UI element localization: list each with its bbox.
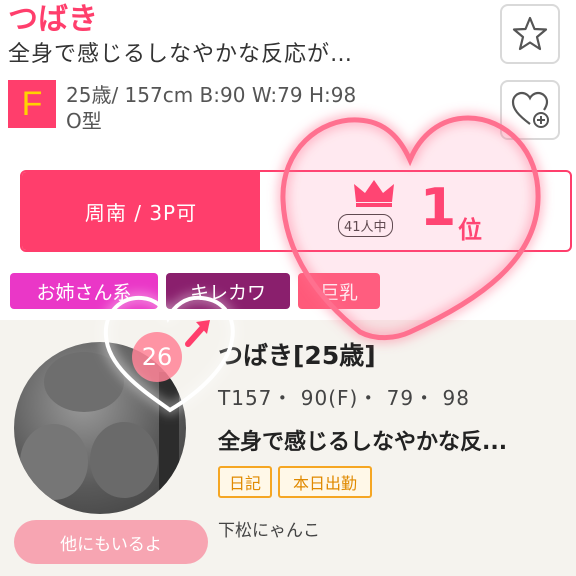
card-tag-diary[interactable]: 日記 bbox=[218, 466, 272, 498]
ranking-number: 1 bbox=[420, 178, 457, 238]
card-catchphrase: 全身で感じるしなやかな反... bbox=[218, 430, 508, 455]
tag-onesan[interactable]: お姉さん系 bbox=[10, 273, 158, 309]
ranking-total: 41人中 bbox=[338, 214, 393, 237]
profile-catchphrase: 全身で感じるしなやかな反応が… bbox=[8, 42, 354, 67]
cup-size-badge: F bbox=[8, 80, 56, 128]
others-button[interactable]: 他にもいるよ bbox=[14, 520, 208, 564]
rank-change-badge: 26 bbox=[132, 332, 182, 382]
favorite-button[interactable] bbox=[500, 4, 560, 64]
star-icon bbox=[512, 16, 548, 51]
ranking-area-label: 周南 / 3P可 bbox=[22, 172, 260, 250]
tag-kirekawa[interactable]: キレカワ bbox=[166, 273, 290, 309]
card-specs: T157・ 90(F)・ 79・ 98 bbox=[218, 386, 470, 410]
card-shop-name: 下松にゃんこ bbox=[218, 521, 320, 541]
crown-icon bbox=[354, 180, 394, 207]
heart-plus-icon bbox=[511, 91, 549, 128]
follow-button[interactable] bbox=[500, 80, 560, 140]
specs-line-2: O型 bbox=[66, 109, 102, 133]
ranking-suffix: 位 bbox=[458, 216, 482, 244]
ranking-bar[interactable]: 周南 / 3P可 41人中 1 位 bbox=[20, 170, 572, 252]
specs-line-1: 25歳/ 157cm B:90 W:79 H:98 bbox=[66, 83, 357, 107]
card-name[interactable]: つばき[25歳] bbox=[218, 336, 376, 372]
profile-name: つばき bbox=[8, 2, 98, 37]
profile-specs: 25歳/ 157cm B:90 W:79 H:98 O型 bbox=[66, 82, 356, 134]
tag-kyonyu[interactable]: 巨乳 bbox=[298, 273, 380, 309]
card-tag-today[interactable]: 本日出勤 bbox=[278, 466, 372, 498]
